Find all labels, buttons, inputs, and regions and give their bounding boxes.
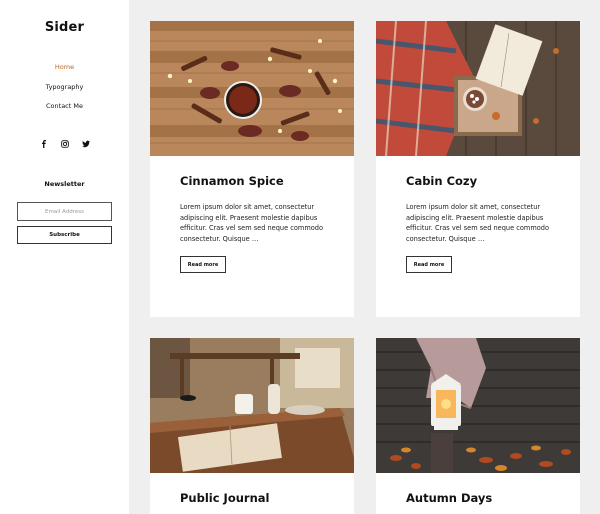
post-image-autumn[interactable] (376, 338, 580, 473)
post-card: Cabin Cozy Lorem ipsum dolor sit amet, c… (376, 21, 580, 317)
post-image-cabin[interactable] (376, 21, 580, 156)
sidebar: Sider Home Typography Contact Me Newslet… (0, 0, 129, 514)
post-title[interactable]: Autumn Days (406, 491, 492, 505)
post-excerpt: Lorem ipsum dolor sit amet, consectetur … (406, 203, 550, 243)
subscribe-button[interactable]: Subscribe (17, 226, 112, 244)
post-card: Public Journal (150, 338, 354, 514)
post-card: Autumn Days (376, 338, 580, 514)
facebook-icon[interactable] (40, 140, 48, 148)
nav-item-contact-me[interactable]: Contact Me (0, 101, 129, 121)
twitter-icon[interactable] (81, 140, 90, 148)
social-links (0, 140, 129, 148)
nav-item-typography[interactable]: Typography (0, 82, 129, 102)
nav-item-home[interactable]: Home (0, 62, 129, 82)
post-title[interactable]: Cabin Cozy (406, 174, 477, 188)
post-card: Cinnamon Spice Lorem ipsum dolor sit ame… (150, 21, 354, 317)
post-image-journal[interactable] (150, 338, 354, 473)
site-title[interactable]: Sider (0, 20, 129, 35)
post-image-cinnamon[interactable] (150, 21, 354, 156)
email-field[interactable] (17, 202, 112, 221)
read-more-button[interactable]: Read more (180, 256, 226, 273)
post-excerpt: Lorem ipsum dolor sit amet, consectetur … (180, 203, 324, 243)
post-title[interactable]: Cinnamon Spice (180, 174, 284, 188)
post-title[interactable]: Public Journal (180, 491, 269, 505)
newsletter-title: Newsletter (44, 180, 85, 188)
read-more-button[interactable]: Read more (406, 256, 452, 273)
main-nav: Home Typography Contact Me (0, 62, 129, 121)
instagram-icon[interactable] (60, 140, 69, 148)
